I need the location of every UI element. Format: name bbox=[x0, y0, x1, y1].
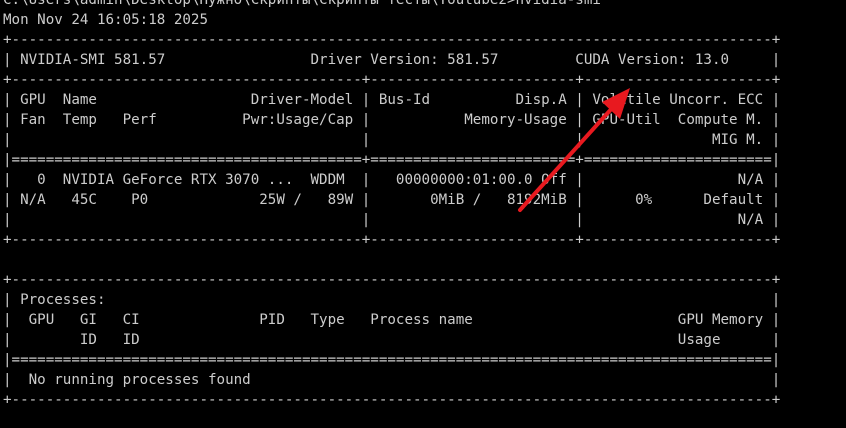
gpu-row-2: | N/A 45C P0 25W / 89W | 0MiB / 8192MiB … bbox=[3, 192, 781, 208]
command-prompt-line: C:\Users\admin\Desktop\Нужно\Скрипты\Скр… bbox=[3, 0, 601, 8]
no-processes-message: | No running processes found | bbox=[3, 372, 781, 388]
gpu-header-row-2: | Fan Temp Perf Pwr:Usage/Cap | Memory-U… bbox=[3, 112, 781, 128]
processes-header-row-2: | ID ID Usage | bbox=[3, 332, 781, 348]
gpu-header-row-3: | | | MIG M. | bbox=[3, 132, 781, 148]
gpu-row-3: | | | N/A | bbox=[3, 212, 781, 228]
processes-separator: |=======================================… bbox=[3, 352, 781, 368]
table-border-bottom: +---------------------------------------… bbox=[3, 232, 781, 248]
gpu-row-1: | 0 NVIDIA GeForce RTX 3070 ... WDDM | 0… bbox=[3, 172, 781, 188]
gpu-header-separator: |=======================================… bbox=[3, 152, 781, 168]
processes-header-row-1: | GPU GI CI PID Type Process name GPU Me… bbox=[3, 312, 781, 328]
table-border-top: +---------------------------------------… bbox=[3, 32, 781, 48]
timestamp-line: Mon Nov 24 16:05:18 2025 bbox=[3, 12, 208, 28]
terminal-output: C:\Users\admin\Desktop\Нужно\Скрипты\Скр… bbox=[3, 0, 780, 410]
gpu-header-row-1: | GPU Name Driver-Model | Bus-Id Disp.A … bbox=[3, 92, 781, 108]
terminal-window[interactable]: C:\Users\admin\Desktop\Нужно\Скрипты\Скр… bbox=[0, 0, 846, 428]
version-line: | NVIDIA-SMI 581.57 Driver Version: 581.… bbox=[3, 52, 781, 68]
table-border: +---------------------------------------… bbox=[3, 72, 781, 88]
processes-title: | Processes: | bbox=[3, 292, 781, 308]
processes-border-bottom: +---------------------------------------… bbox=[3, 392, 781, 408]
processes-border-top: +---------------------------------------… bbox=[3, 272, 781, 288]
